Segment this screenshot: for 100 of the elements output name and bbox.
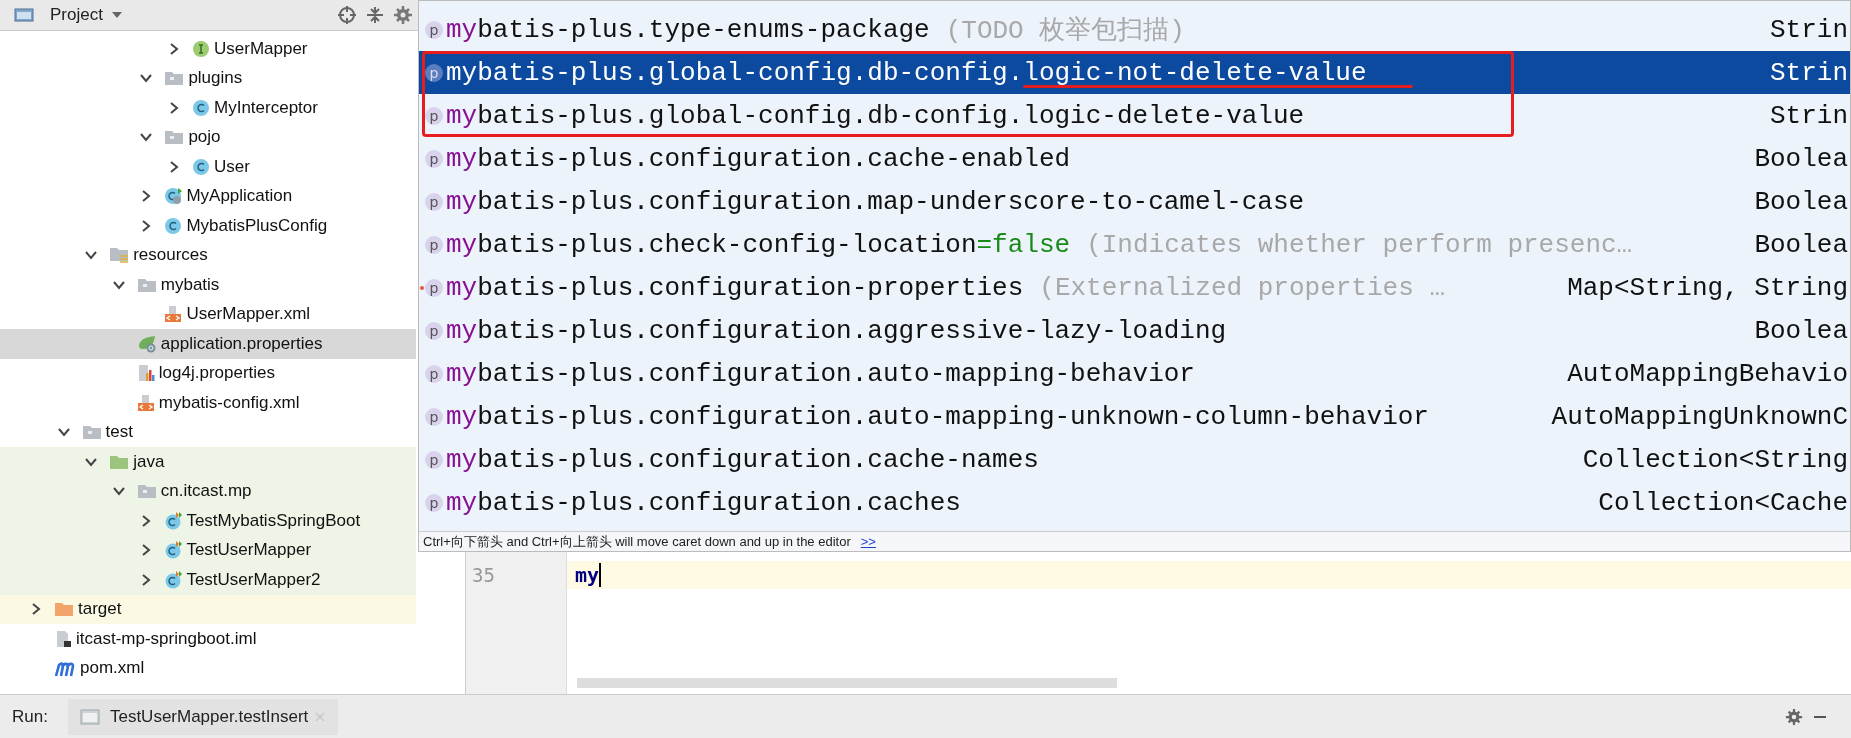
tree-item-label: target [78, 599, 122, 620]
property-name: mybatis-plus.configuration.map-underscore-to-camel-case [446, 186, 1305, 217]
completion-item[interactable]: p mybatis-plus.configuration.caches Collection<Cache [419, 481, 1850, 524]
tree-item[interactable]: User [0, 152, 416, 182]
property-type: Boolea [1754, 315, 1848, 346]
completion-item[interactable]: p mybatis-plus.configuration.aggressive-lazy-loading Boolea [419, 309, 1850, 352]
tree-item-label: application.properties [160, 333, 323, 354]
tree-item-label: User [214, 156, 250, 177]
tree-item[interactable]: pojo [0, 122, 416, 152]
tree-item-label: MyInterceptor [214, 97, 318, 118]
tree-item[interactable]: MybatisPlusConfig [0, 211, 416, 241]
property-name: mybatis-plus.configuration.caches [446, 487, 961, 518]
tree-item[interactable]: TestUserMapper [0, 535, 416, 565]
tree-item-label: MyApplication [186, 186, 293, 207]
property-icon: p [425, 321, 443, 340]
property-type: Strin [1770, 57, 1848, 88]
tree-item[interactable]: pom.xml [0, 653, 416, 683]
property-icon: p [425, 20, 443, 39]
tree-item[interactable]: plugins [0, 63, 416, 93]
run-label: Run: [12, 706, 48, 727]
tree-item-label: TestUserMapper [186, 540, 312, 561]
property-icon: p [425, 106, 443, 125]
property-icon: p [425, 278, 443, 297]
tree-item[interactable]: test [0, 417, 416, 447]
tree-item-label: test [105, 422, 133, 443]
property-type: Boolea [1754, 229, 1848, 260]
tree-item[interactable]: itcast-mp-springboot.iml [0, 624, 416, 654]
completion-item[interactable]: p mybatis-plus.global-config.db-config.logic-delete-value Strin [419, 94, 1850, 137]
property-name: mybatis-plus.configuration.cache-enabled [446, 143, 1071, 174]
code-text: my [575, 563, 600, 587]
tree-item-label: itcast-mp-springboot.iml [76, 628, 257, 649]
property-name: mybatis-plus.global-config.db-config.logic-delete-value [446, 100, 1305, 131]
completion-item[interactable]: p mybatis-plus.configuration-properties (Externalized properties … Map<String, String [419, 266, 1850, 309]
completion-item[interactable]: p mybatis-plus.type-enums-package (TODO 枚举包扫描) Strin [419, 8, 1850, 51]
property-name: mybatis-plus.configuration-properties [446, 272, 1024, 303]
property-name: mybatis-plus.global-config.db-config.logic-not-delete-value [446, 57, 1367, 88]
tree-item-label: plugins [188, 68, 243, 89]
completion-item[interactable]: p mybatis-plus.check-config-location=false (Indicates whether perform presenc… Boolea [419, 223, 1850, 266]
property-description: (TODO 枚举包扫描) [945, 15, 1185, 47]
tree-item[interactable]: cn.itcast.mp [0, 476, 416, 506]
tree-item-label: TestUserMapper2 [186, 569, 321, 590]
more-link[interactable]: >> [860, 534, 876, 549]
property-name: mybatis-plus.configuration.aggressive-lazy-loading [446, 315, 1227, 346]
run-tab-title: TestUserMapper.testInsert [109, 706, 309, 727]
tree-item-label: MybatisPlusConfig [186, 215, 328, 236]
property-name: mybatis-plus.configuration.auto-mapping-behavior [446, 358, 1195, 389]
completion-item[interactable]: p mybatis-plus.configuration.cache-names Collection<String [419, 438, 1850, 481]
tree-item-label: pom.xml [80, 658, 145, 679]
property-type: Map<String, String [1567, 272, 1848, 303]
property-icon: p [425, 63, 443, 82]
tree-item[interactable]: mybatis [0, 270, 416, 300]
tree-item[interactable]: UserMapper [0, 34, 416, 64]
property-icon: p [425, 407, 443, 426]
tree-item-label: cn.itcast.mp [160, 481, 252, 502]
property-type: Collection<Cache [1598, 487, 1848, 518]
completion-item[interactable]: p mybatis-plus.configuration.map-underscore-to-camel-case Boolea [419, 180, 1850, 223]
tree-item-label: UserMapper.xml [186, 304, 311, 325]
property-icon: p [425, 364, 443, 383]
tree-item-label: UserMapper [214, 38, 308, 59]
property-name: mybatis-plus.type-enums-package [446, 14, 930, 45]
tree-item[interactable]: resources [0, 240, 416, 270]
completion-item[interactable]: p mybatis-plus.global-config.db-config.logic-not-delete-value Strin [419, 51, 1850, 94]
tree-item[interactable]: application.properties [0, 329, 416, 359]
property-icon: p [425, 450, 443, 469]
panel-title[interactable]: Project [50, 5, 103, 25]
completion-item[interactable]: p mybatis-plus.configuration.auto-mapping-behavior AutoMappingBehavio [419, 352, 1850, 395]
property-name: mybatis-plus.configuration.auto-mapping-unknown-column-behavior [446, 401, 1429, 432]
tree-item-label: java [133, 451, 165, 472]
tree-item[interactable]: UserMapper.xml [0, 299, 416, 329]
property-description: (Indicates whether perform presenc… [1086, 229, 1633, 260]
property-type: Boolea [1754, 143, 1848, 174]
tree-item[interactable]: TestMybatisSpringBoot [0, 506, 416, 536]
completion-item[interactable]: p mybatis-plus.configuration.auto-mapping-unknown-column-behavior AutoMappingUnknownC [419, 395, 1850, 438]
property-icon: p [425, 493, 443, 512]
tree-item[interactable]: log4j.properties [0, 358, 416, 388]
hint-text: Ctrl+向下箭头 and Ctrl+向上箭头 will move caret down and up in the editor [423, 532, 851, 551]
line-number: 35 [471, 563, 496, 588]
tree-item[interactable]: MyApplication [0, 181, 416, 211]
property-description: (Externalized properties … [1039, 272, 1445, 303]
tree-item-label: TestMybatisSpringBoot [186, 510, 361, 531]
completion-item[interactable]: p mybatis-plus.configuration.cache-enabled Boolea [419, 137, 1850, 180]
tree-item-label: mybatis-config.xml [158, 392, 300, 413]
property-type: AutoMappingUnknownC [1551, 401, 1848, 432]
property-type: Strin [1770, 100, 1848, 131]
tree-item[interactable]: MyInterceptor [0, 93, 416, 123]
property-type: Boolea [1754, 186, 1848, 217]
tree-item[interactable]: TestUserMapper2 [0, 565, 416, 595]
property-icon: p [425, 192, 443, 211]
property-name: mybatis-plus.configuration.cache-names [446, 444, 1039, 475]
run-tab[interactable]: TestUserMapper.testInsert [67, 698, 339, 735]
property-type: Collection<String [1582, 444, 1848, 475]
tree-item[interactable]: java [0, 447, 416, 477]
tree-item[interactable]: target [0, 594, 416, 624]
property-icon: p [425, 149, 443, 168]
tree-item-label: log4j.properties [158, 363, 276, 384]
tree-item[interactable]: mybatis-config.xml [0, 388, 416, 418]
tree-item-label: resources [133, 245, 208, 266]
tree-item-label: mybatis [160, 274, 220, 295]
property-name: mybatis-plus.check-config-location=false [446, 229, 1071, 260]
tree-item-label: pojo [188, 127, 221, 148]
